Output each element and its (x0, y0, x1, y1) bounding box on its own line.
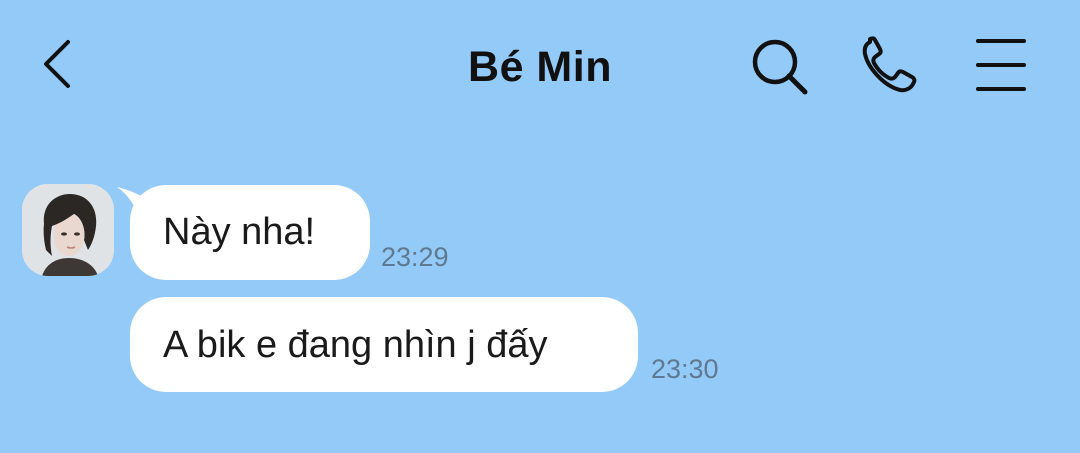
message-bubble[interactable]: A bik e đang nhìn j đấy (130, 297, 638, 392)
call-button[interactable] (856, 32, 926, 98)
message-text: Này nha! (163, 211, 316, 253)
phone-icon (862, 36, 917, 93)
search-button[interactable] (745, 34, 815, 100)
message-bubble[interactable]: Này nha! (130, 185, 370, 280)
search-icon (752, 39, 808, 95)
message-timestamp: 23:30 (651, 354, 719, 384)
message-timestamp: 23:29 (381, 242, 449, 272)
avatar-photo (22, 184, 114, 276)
avatar[interactable] (22, 184, 114, 276)
menu-icon (976, 39, 1026, 91)
message-text: A bik e đang nhìn j đấy (163, 324, 548, 366)
menu-button[interactable] (968, 34, 1034, 96)
chat-header: Bé Min (0, 0, 1080, 135)
